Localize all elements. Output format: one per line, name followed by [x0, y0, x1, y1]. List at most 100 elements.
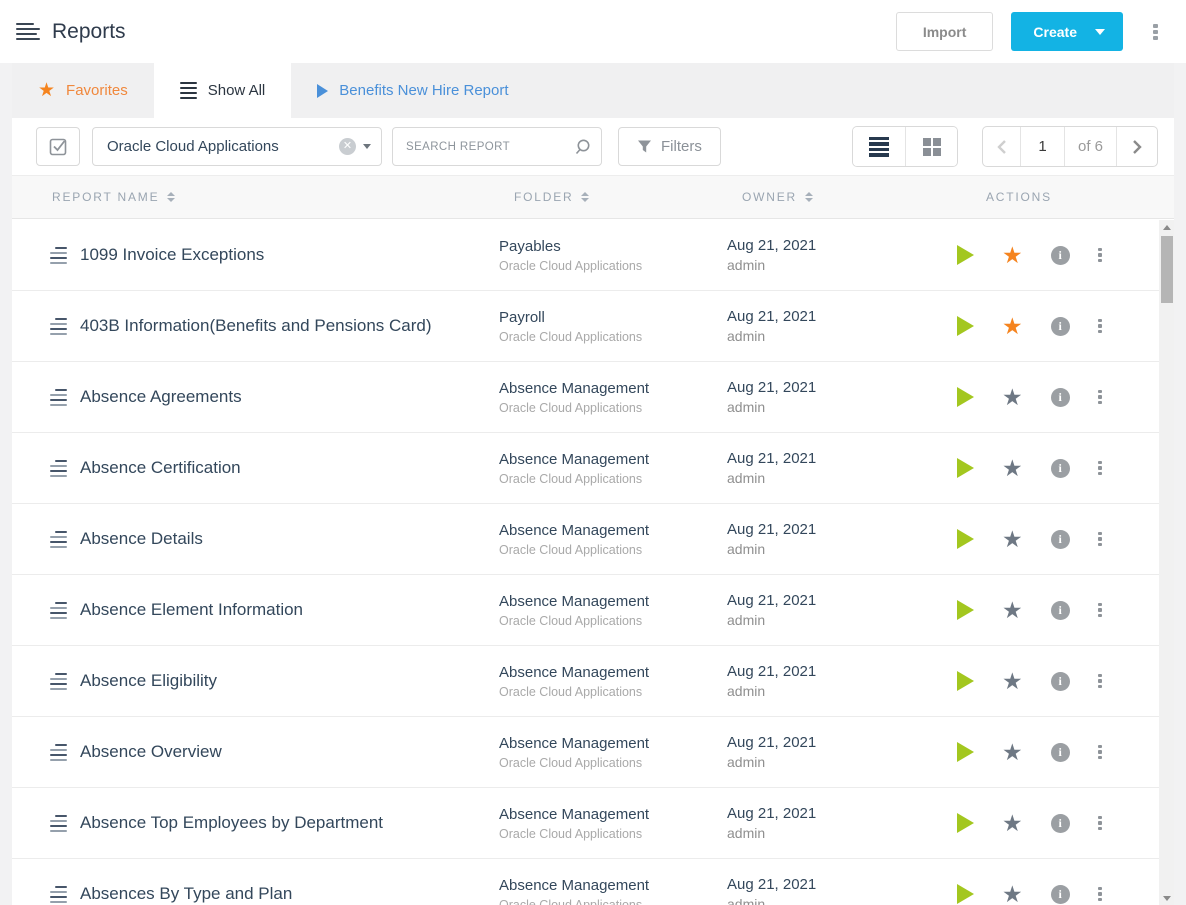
previous-page-button[interactable]	[983, 127, 1021, 166]
report-date: Aug 21, 2021	[727, 379, 897, 396]
info-icon[interactable]: i	[1051, 246, 1070, 265]
report-name-link[interactable]: Absence Certification	[80, 458, 241, 478]
table-row: Absence Element Information Absence Mana…	[12, 575, 1159, 646]
column-owner-label: OWNER	[742, 190, 797, 204]
favorite-star-icon[interactable]: ★	[1002, 457, 1023, 480]
scroll-down-icon[interactable]	[1159, 891, 1174, 905]
run-report-icon[interactable]	[957, 316, 974, 336]
info-icon[interactable]: i	[1051, 317, 1070, 336]
report-lines-icon	[50, 247, 67, 264]
report-name-link[interactable]: Absence Details	[80, 529, 203, 549]
row-menu-icon[interactable]	[1098, 248, 1103, 263]
row-menu-icon[interactable]	[1098, 532, 1103, 547]
report-lines-icon	[50, 389, 67, 406]
column-report-name-label: REPORT NAME	[52, 190, 159, 204]
report-date: Aug 21, 2021	[727, 805, 897, 822]
row-menu-icon[interactable]	[1098, 319, 1103, 334]
folder-filter-dropdown[interactable]: Oracle Cloud Applications ✕	[92, 127, 382, 166]
sort-by-report-name[interactable]: REPORT NAME	[52, 190, 175, 204]
favorite-star-icon[interactable]: ★	[1002, 315, 1023, 338]
table-row: 403B Information(Benefits and Pensions C…	[12, 291, 1159, 362]
info-icon[interactable]: i	[1051, 530, 1070, 549]
chevron-left-icon	[997, 139, 1007, 155]
multi-select-button[interactable]	[36, 127, 80, 166]
run-report-icon[interactable]	[957, 458, 974, 478]
report-owner: admin	[727, 683, 897, 699]
tab-show-all[interactable]: Show All	[154, 63, 292, 118]
view-toggle	[852, 126, 958, 167]
import-button[interactable]: Import	[896, 12, 994, 51]
search-icon[interactable]	[573, 138, 591, 156]
favorite-star-icon[interactable]: ★	[1002, 528, 1023, 551]
report-name-link[interactable]: Absence Top Employees by Department	[80, 813, 383, 833]
report-name-link[interactable]: Absence Agreements	[80, 387, 242, 407]
report-lines-icon	[50, 815, 67, 832]
scrollbar-thumb[interactable]	[1161, 236, 1173, 303]
more-options-icon[interactable]	[1147, 18, 1164, 46]
run-report-icon[interactable]	[957, 387, 974, 407]
row-menu-icon[interactable]	[1098, 887, 1103, 902]
info-icon[interactable]: i	[1051, 388, 1070, 407]
favorite-star-icon[interactable]: ★	[1002, 883, 1023, 905]
tab-favorites-label: Favorites	[66, 82, 128, 99]
folder-source: Oracle Cloud Applications	[499, 614, 727, 628]
create-button[interactable]: Create	[1011, 12, 1123, 51]
run-report-icon[interactable]	[957, 742, 974, 762]
favorite-star-icon[interactable]: ★	[1002, 599, 1023, 622]
favorite-star-icon[interactable]: ★	[1002, 670, 1023, 693]
search-input[interactable]	[406, 141, 573, 153]
row-menu-icon[interactable]	[1098, 390, 1103, 405]
favorite-star-icon[interactable]: ★	[1002, 386, 1023, 409]
favorite-star-icon[interactable]: ★	[1002, 812, 1023, 835]
run-report-icon[interactable]	[957, 671, 974, 691]
current-page[interactable]: 1	[1021, 127, 1065, 166]
grid-view-button[interactable]	[905, 127, 957, 166]
report-date: Aug 21, 2021	[727, 876, 897, 893]
report-name-link[interactable]: 403B Information(Benefits and Pensions C…	[80, 316, 432, 336]
folder-source: Oracle Cloud Applications	[499, 401, 727, 415]
tab-open-report[interactable]: Benefits New Hire Report	[291, 63, 534, 118]
run-report-icon[interactable]	[957, 884, 974, 904]
report-name-link[interactable]: 1099 Invoice Exceptions	[80, 245, 264, 265]
report-name-link[interactable]: Absence Overview	[80, 742, 222, 762]
filters-button[interactable]: Filters	[618, 127, 721, 166]
report-owner: admin	[727, 541, 897, 557]
info-icon[interactable]: i	[1051, 885, 1070, 904]
run-report-icon[interactable]	[957, 813, 974, 833]
sort-arrows-icon	[167, 192, 175, 202]
scroll-up-icon[interactable]	[1159, 220, 1174, 234]
row-menu-icon[interactable]	[1098, 745, 1103, 760]
sort-by-folder[interactable]: FOLDER	[514, 190, 589, 204]
tab-favorites[interactable]: ★ Favorites	[12, 63, 154, 118]
info-icon[interactable]: i	[1051, 459, 1070, 478]
folder-name: Absence Management	[499, 522, 727, 539]
run-report-icon[interactable]	[957, 529, 974, 549]
clear-filter-icon[interactable]: ✕	[339, 138, 356, 155]
sort-by-owner[interactable]: OWNER	[742, 190, 813, 204]
folder-name: Absence Management	[499, 806, 727, 823]
report-name-link[interactable]: Absence Element Information	[80, 600, 303, 620]
info-icon[interactable]: i	[1051, 601, 1070, 620]
row-menu-icon[interactable]	[1098, 461, 1103, 476]
row-menu-icon[interactable]	[1098, 674, 1103, 689]
tab-bar: ★ Favorites Show All Benefits New Hire R…	[12, 63, 1174, 118]
row-menu-icon[interactable]	[1098, 816, 1103, 831]
row-menu-icon[interactable]	[1098, 603, 1103, 618]
favorite-star-icon[interactable]: ★	[1002, 244, 1023, 267]
report-name-link[interactable]: Absence Eligibility	[80, 671, 217, 691]
table-row: Absence Top Employees by Department Abse…	[12, 788, 1159, 859]
report-lines-icon	[50, 531, 67, 548]
folder-source: Oracle Cloud Applications	[499, 472, 727, 486]
next-page-button[interactable]	[1117, 127, 1157, 166]
create-dropdown-caret-icon[interactable]	[1095, 29, 1105, 35]
info-icon[interactable]: i	[1051, 672, 1070, 691]
favorite-star-icon[interactable]: ★	[1002, 741, 1023, 764]
vertical-scrollbar[interactable]	[1159, 220, 1174, 905]
run-report-icon[interactable]	[957, 245, 974, 265]
run-report-icon[interactable]	[957, 600, 974, 620]
info-icon[interactable]: i	[1051, 743, 1070, 762]
list-view-button[interactable]	[853, 127, 905, 166]
sort-arrows-icon	[805, 192, 813, 202]
info-icon[interactable]: i	[1051, 814, 1070, 833]
report-name-link[interactable]: Absences By Type and Plan	[80, 884, 292, 904]
